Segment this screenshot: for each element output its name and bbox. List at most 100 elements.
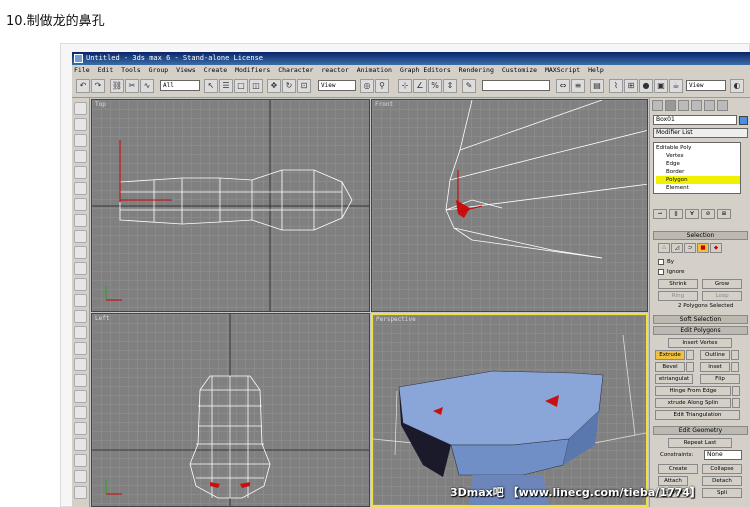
menu-character[interactable]: Character xyxy=(278,66,313,74)
tool-icon-22[interactable] xyxy=(74,438,87,451)
outline-settings-button[interactable] xyxy=(731,350,739,360)
align-icon[interactable]: ≡ xyxy=(571,79,585,93)
tool-icon-6[interactable] xyxy=(74,182,87,195)
tool-icon-11[interactable] xyxy=(74,262,87,275)
stack-item-edge[interactable]: Edge xyxy=(656,160,740,168)
ring-button[interactable]: Ring xyxy=(658,291,698,301)
unlink-icon[interactable]: ✂ xyxy=(125,79,139,93)
polygon-mode-icon[interactable]: ■ xyxy=(697,243,709,253)
menu-maxscript[interactable]: MAXScript xyxy=(545,66,580,74)
menu-tools[interactable]: Tools xyxy=(121,66,141,74)
render-scene-icon[interactable]: ▣ xyxy=(654,79,668,93)
menu-group[interactable]: Group xyxy=(149,66,169,74)
menu-views[interactable]: Views xyxy=(176,66,196,74)
undo-icon[interactable]: ↶ xyxy=(76,79,90,93)
percent-snap-icon[interactable]: % xyxy=(428,79,442,93)
tool-icon-24[interactable] xyxy=(74,470,87,483)
bevel-button[interactable]: Bevel xyxy=(655,362,685,372)
tool-icon-15[interactable] xyxy=(74,326,87,339)
remove-modifier-icon[interactable]: ⊘ xyxy=(701,209,715,219)
object-color-swatch[interactable] xyxy=(739,116,748,125)
collapse-button[interactable]: Collapse xyxy=(702,464,742,474)
utilities-tab-icon[interactable] xyxy=(717,100,728,111)
tool-icon-4[interactable] xyxy=(74,150,87,163)
viewport-left[interactable]: Left xyxy=(91,313,370,507)
element-mode-icon[interactable]: ◆ xyxy=(710,243,722,253)
viewport-perspective[interactable]: Perspective xyxy=(371,313,648,507)
selection-filter-dropdown[interactable]: All xyxy=(160,80,200,91)
schematic-view-icon[interactable]: ⊞ xyxy=(624,79,638,93)
hierarchy-tab-icon[interactable] xyxy=(678,100,689,111)
extrude-spline-settings-button[interactable] xyxy=(732,398,740,408)
tool-icon-18[interactable] xyxy=(74,374,87,387)
curve-editor-icon[interactable]: ⌇ xyxy=(609,79,623,93)
display-tab-icon[interactable] xyxy=(704,100,715,111)
tool-icon-8[interactable] xyxy=(74,214,87,227)
selection-rollout-header[interactable]: Selection xyxy=(653,231,748,240)
split-button[interactable]: Spli xyxy=(702,488,742,498)
by-vertex-checkbox[interactable] xyxy=(658,259,664,265)
ignore-backfacing-checkbox[interactable] xyxy=(658,269,664,275)
render-type-dropdown[interactable]: View xyxy=(686,80,726,91)
tool-icon-23[interactable] xyxy=(74,454,87,467)
stack-item-vertex[interactable]: Vertex xyxy=(656,152,740,160)
rotate-icon[interactable]: ↻ xyxy=(282,79,296,93)
layer-manager-icon[interactable]: ▤ xyxy=(590,79,604,93)
loop-button[interactable]: Loop xyxy=(702,291,742,301)
mirror-icon[interactable]: ⇔ xyxy=(556,79,570,93)
constraints-dropdown[interactable]: None xyxy=(704,450,742,460)
tool-icon-20[interactable] xyxy=(74,406,87,419)
menu-reactor[interactable]: reactor xyxy=(321,66,348,74)
tool-icon-10[interactable] xyxy=(74,246,87,259)
move-icon[interactable]: ✥ xyxy=(267,79,281,93)
extrude-settings-button[interactable] xyxy=(686,350,694,360)
menu-file[interactable]: File xyxy=(74,66,90,74)
retriangulate-button[interactable]: etriangulat xyxy=(655,374,693,384)
stack-item-element[interactable]: Element xyxy=(656,184,740,192)
menu-animation[interactable]: Animation xyxy=(357,66,392,74)
menu-modifiers[interactable]: Modifiers xyxy=(235,66,270,74)
window-crossing-icon[interactable]: ◫ xyxy=(249,79,263,93)
viewport-front[interactable]: Front xyxy=(371,99,648,312)
edit-geometry-rollout-header[interactable]: Edit Geometry xyxy=(653,426,748,435)
stack-item-polygon[interactable]: Polygon xyxy=(656,176,740,184)
bevel-settings-button[interactable] xyxy=(686,362,694,372)
tool-icon-19[interactable] xyxy=(74,390,87,403)
select-manipulate-icon[interactable]: ⚲ xyxy=(375,79,389,93)
quick-render-icon[interactable]: ☕ xyxy=(669,79,683,93)
hinge-from-edge-button[interactable]: Hinge From Edge xyxy=(655,386,731,396)
tool-icon-13[interactable] xyxy=(74,294,87,307)
bind-space-warp-icon[interactable]: ∿ xyxy=(140,79,154,93)
spinner-snap-icon[interactable]: ⇕ xyxy=(443,79,457,93)
modify-tab-icon[interactable] xyxy=(665,100,676,111)
make-unique-icon[interactable]: ∀ xyxy=(685,209,699,219)
extrude-along-spline-button[interactable]: xtrude Along Splin xyxy=(655,398,731,408)
create-tab-icon[interactable] xyxy=(652,100,663,111)
stack-item-editable-poly[interactable]: Editable Poly xyxy=(656,144,740,152)
vertex-mode-icon[interactable]: ∴ xyxy=(658,243,670,253)
modifier-list-dropdown[interactable]: Modifier List xyxy=(653,128,748,138)
grow-button[interactable]: Grow xyxy=(702,279,742,289)
named-selection-sets-dropdown[interactable] xyxy=(482,80,550,91)
angle-snap-icon[interactable]: ∠ xyxy=(413,79,427,93)
tool-icon-12[interactable] xyxy=(74,278,87,291)
menu-help[interactable]: Help xyxy=(588,66,604,74)
tool-icon-25[interactable] xyxy=(74,486,87,499)
show-end-result-icon[interactable]: ǀǀ xyxy=(669,209,683,219)
tool-icon-7[interactable] xyxy=(74,198,87,211)
flip-button[interactable]: Flip xyxy=(700,374,740,384)
edit-polygons-rollout-header[interactable]: Edit Polygons xyxy=(653,326,748,335)
extrude-button[interactable]: Extrude xyxy=(655,350,685,360)
select-by-name-icon[interactable]: ☰ xyxy=(219,79,233,93)
menu-customize[interactable]: Customize xyxy=(502,66,537,74)
render-last-icon[interactable]: ◐ xyxy=(730,79,744,93)
edit-triangulation-button[interactable]: Edit Triangulation xyxy=(655,410,740,420)
soft-selection-rollout-header[interactable]: Soft Selection xyxy=(653,315,748,324)
viewport-top[interactable]: Top xyxy=(91,99,370,312)
tool-icon-14[interactable] xyxy=(74,310,87,323)
menu-rendering[interactable]: Rendering xyxy=(459,66,494,74)
snap-toggle-icon[interactable]: ⊹ xyxy=(398,79,412,93)
create-button[interactable]: Create xyxy=(658,464,698,474)
configure-sets-icon[interactable]: ⊞ xyxy=(717,209,731,219)
insert-vertex-button[interactable]: Insert Vertex xyxy=(668,338,732,348)
